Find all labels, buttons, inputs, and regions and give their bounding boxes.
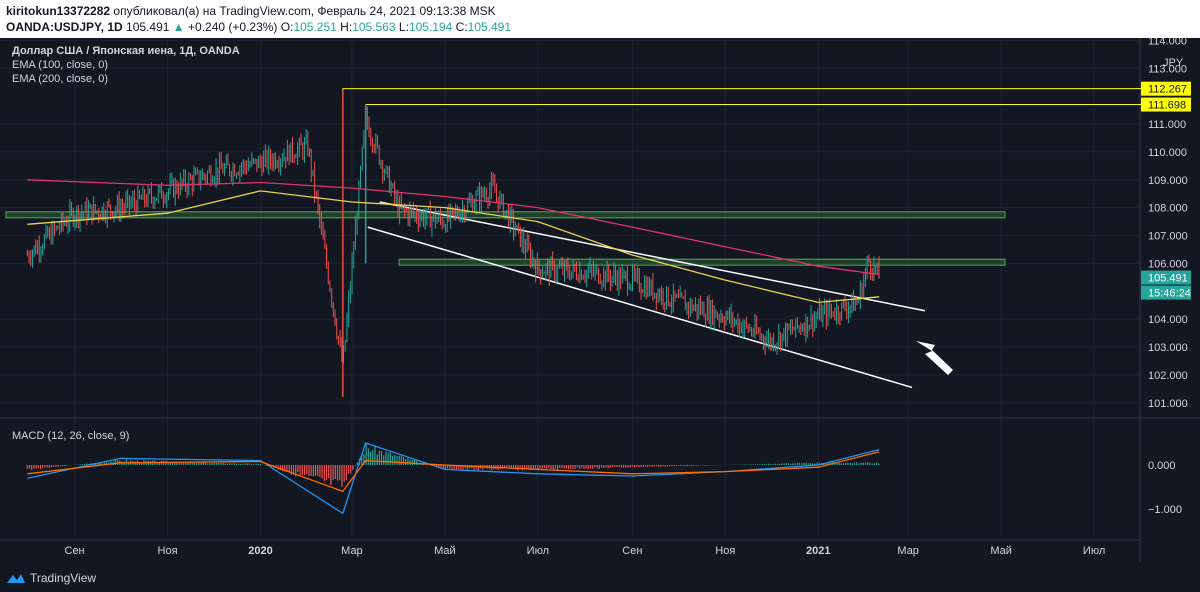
close-value: 105.491 xyxy=(467,20,512,34)
time-tick-label: Мар xyxy=(341,545,363,557)
time-tick-label: Май xyxy=(990,545,1012,557)
tradingview-logo-icon xyxy=(7,574,25,583)
high-label: H: xyxy=(340,20,353,34)
price-tick-label: 108.000 xyxy=(1148,203,1188,215)
price-chart[interactable]: 114.000113.000111.000110.000109.000108.0… xyxy=(0,38,1200,564)
author-name[interactable]: kiritokun13372282 xyxy=(6,4,110,18)
price-tick-label: 106.000 xyxy=(1148,258,1188,270)
time-tick-label: Июл xyxy=(527,545,549,557)
currency-label: JPY xyxy=(1163,57,1184,69)
macd-tick-label: 0.000 xyxy=(1148,460,1176,472)
price-tick-label: 103.000 xyxy=(1148,342,1188,354)
open-value: 105.251 xyxy=(293,20,337,34)
legend-title: Доллар США / Японская иена, 1Д, OANDA xyxy=(12,45,240,57)
price-badge-label: 15:46:24 xyxy=(1148,288,1191,300)
time-tick-label: 2021 xyxy=(806,545,830,557)
legend-macd: MACD (12, 26, close, 9) xyxy=(12,430,130,442)
price-tick-label: 109.000 xyxy=(1148,175,1188,187)
change-arrow-icon: ▲ xyxy=(172,20,185,34)
price-tick-label: 110.000 xyxy=(1148,147,1187,159)
time-tick-label: Май xyxy=(434,545,456,557)
price-tick-label: 102.000 xyxy=(1148,370,1188,382)
symbol-name[interactable]: OANDA:USDJPY, 1D xyxy=(6,20,123,34)
macd-tick-label: −1.000 xyxy=(1148,504,1182,516)
legend-ema100: EMA (100, close, 0) xyxy=(12,59,108,71)
price-tick-label: 114.000 xyxy=(1148,38,1187,47)
time-tick-label: 2020 xyxy=(248,545,272,557)
symbol-info: OANDA:USDJPY, 1D 105.491 ▲ +0.240 (+0.23… xyxy=(6,20,511,34)
low-value: 105.194 xyxy=(408,20,453,34)
time-tick-label: Ноя xyxy=(715,545,735,557)
price-tick-label: 101.000 xyxy=(1148,398,1188,410)
last-price: 105.491 xyxy=(126,20,170,34)
open-label: O: xyxy=(280,20,294,34)
close-label: C: xyxy=(455,20,468,34)
chart-header: kiritokun13372282 опубликовал(а) на Trad… xyxy=(0,0,1200,38)
footer: TradingView xyxy=(0,564,1200,592)
support-zone xyxy=(398,258,1006,266)
publish-info: kiritokun13372282 опубликовал(а) на Trad… xyxy=(6,4,496,18)
price-badge-label: 105.491 xyxy=(1148,273,1188,285)
time-tick-label: Ноя xyxy=(158,545,178,557)
price-tick-label: 104.000 xyxy=(1148,314,1188,326)
chart-background xyxy=(0,38,1200,564)
price-badge-label: 112.267 xyxy=(1148,84,1187,96)
price-tick-label: 107.000 xyxy=(1148,231,1188,243)
published-text: опубликовал(а) на TradingView.com, Февра… xyxy=(113,4,496,18)
price-change: +0.240 (+0.23%) xyxy=(188,20,278,34)
time-tick-label: Мар xyxy=(897,545,919,557)
time-tick-label: Июл xyxy=(1083,545,1105,557)
time-tick-label: Сен xyxy=(65,545,85,557)
price-tick-label: 111.000 xyxy=(1148,119,1186,131)
price-badge-label: 111.698 xyxy=(1148,100,1186,112)
legend-ema200: EMA (200, close, 0) xyxy=(12,73,108,85)
high-value: 105.563 xyxy=(352,20,396,34)
time-tick-label: Сен xyxy=(622,545,642,557)
low-label: L: xyxy=(398,20,409,34)
footer-brand: TradingView xyxy=(30,571,97,585)
